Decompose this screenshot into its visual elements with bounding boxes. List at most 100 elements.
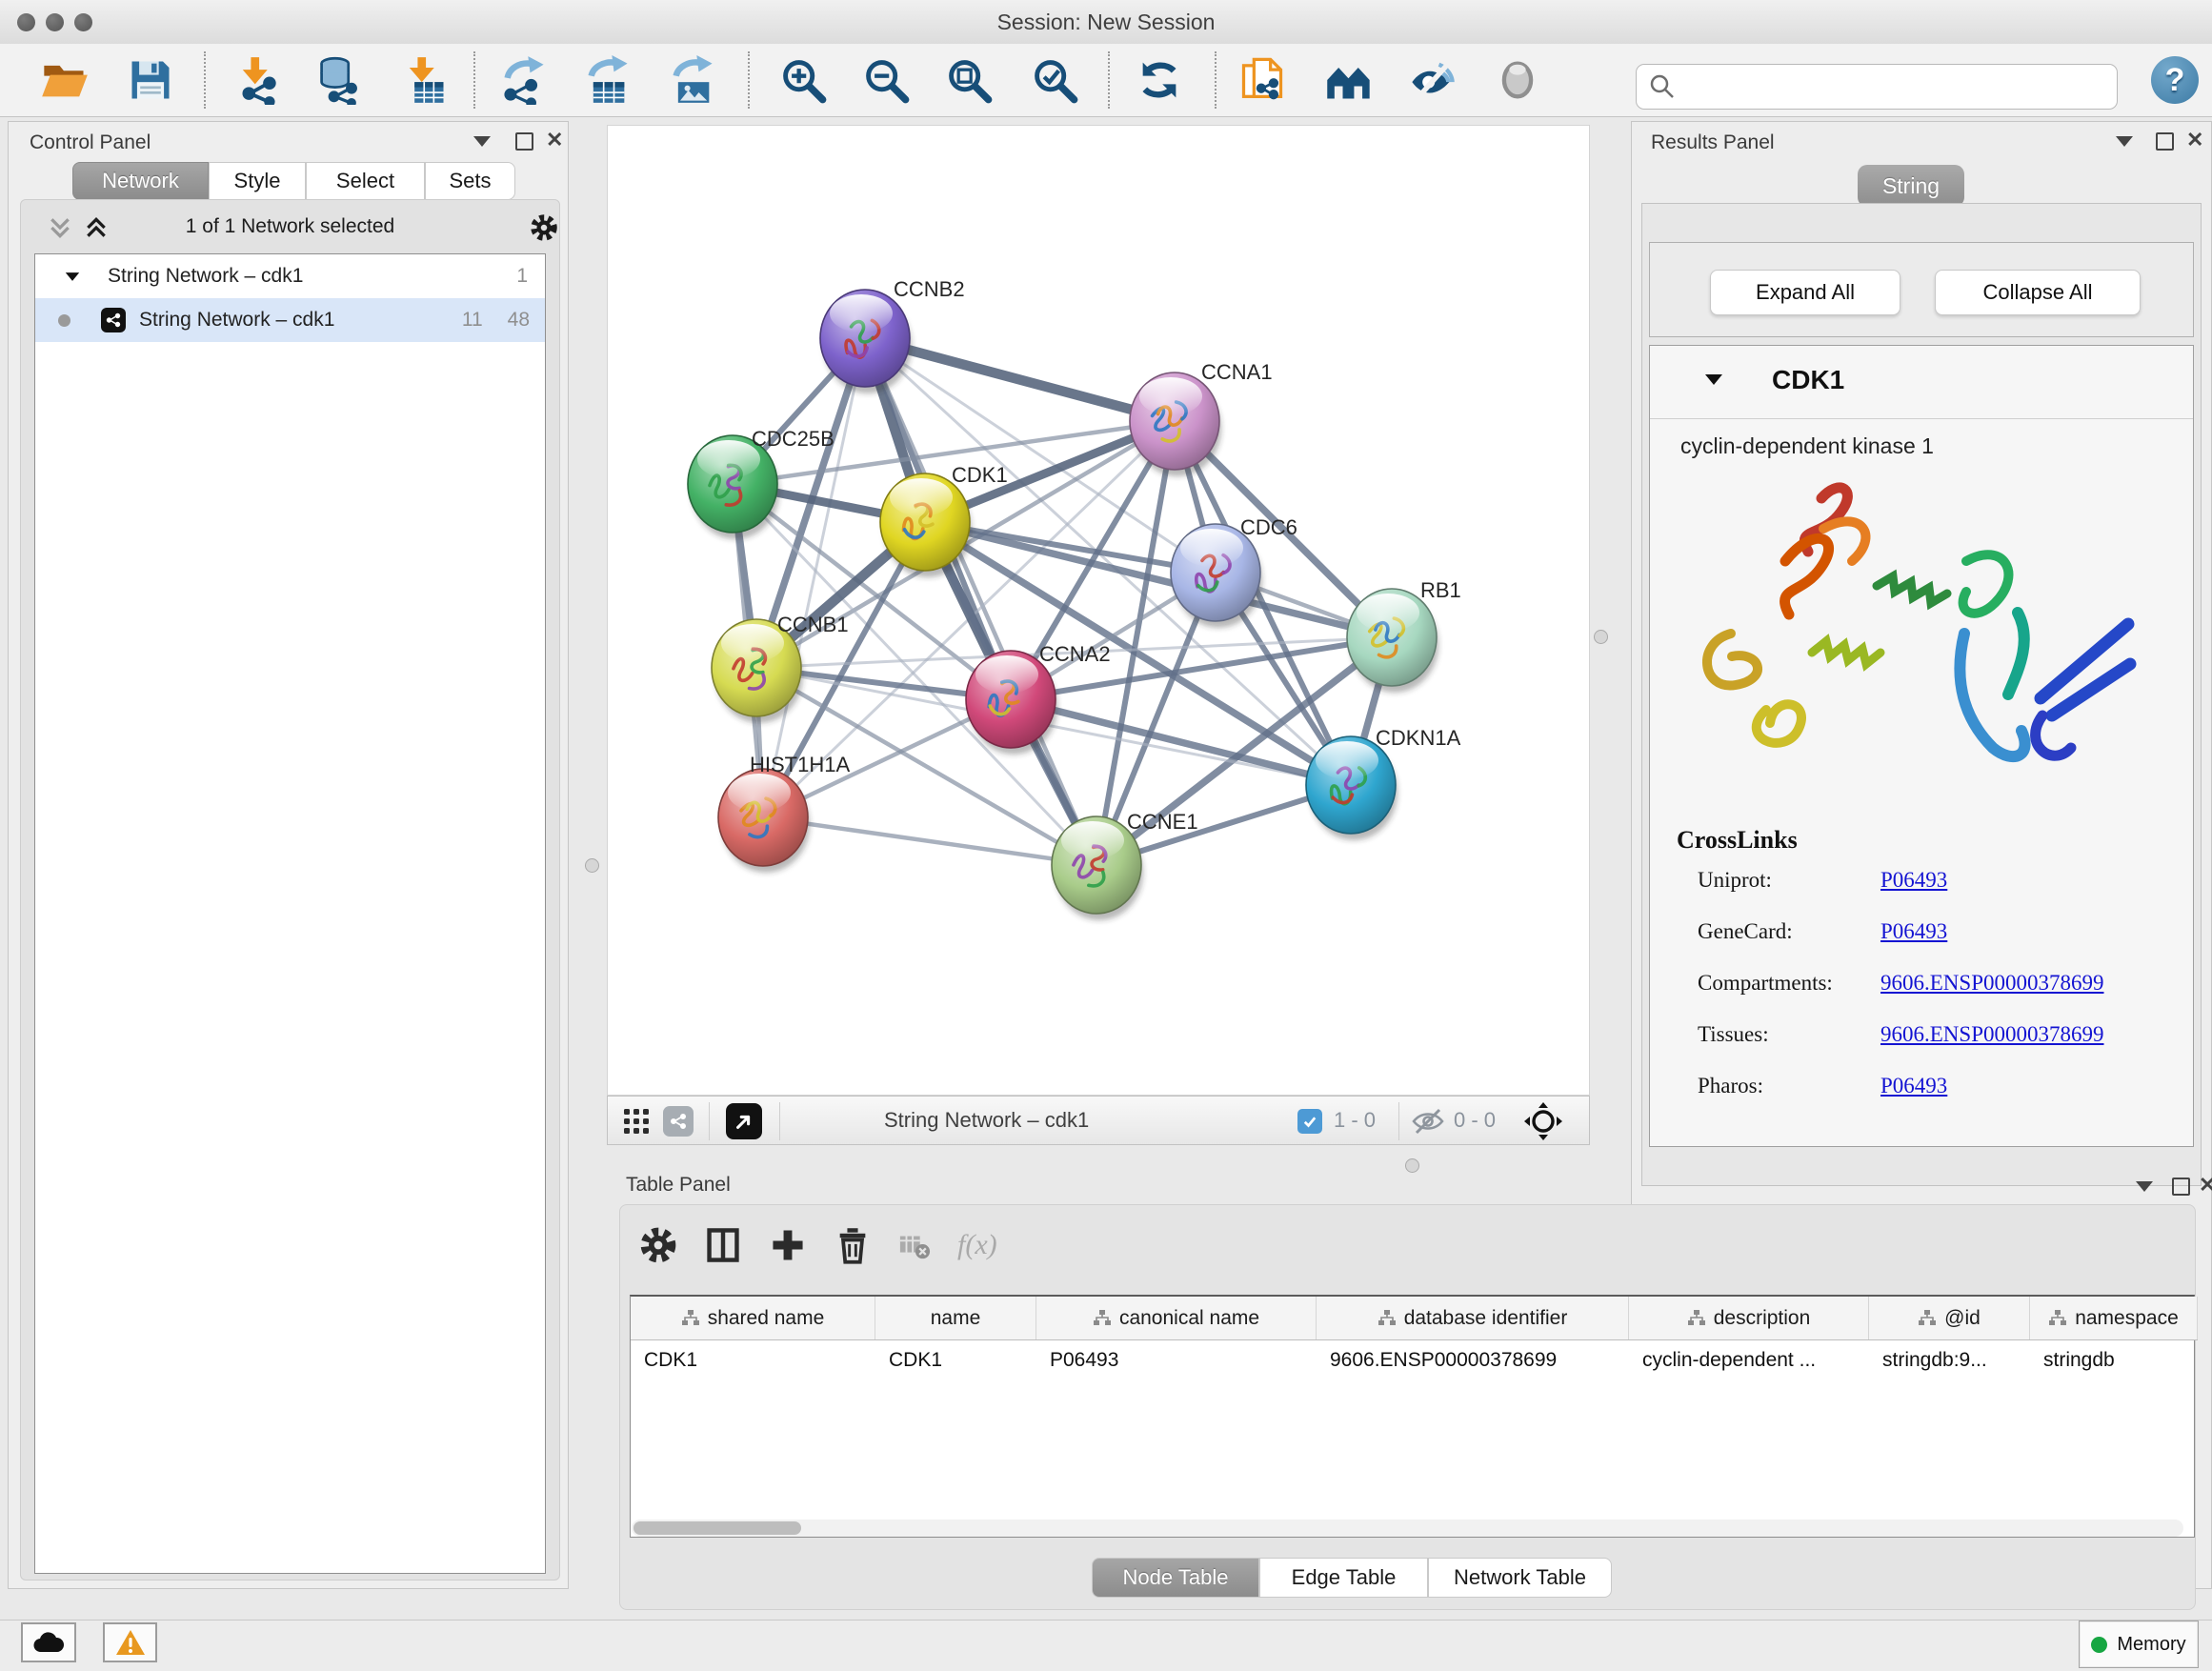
selected-checkbox-icon[interactable]: [1297, 1109, 1322, 1134]
panel-close-icon[interactable]: ✕: [2186, 130, 2203, 151]
open-session-icon[interactable]: [40, 55, 90, 105]
network-canvas[interactable]: CCNB2CCNA1CDC25BCDK1CDC6RB1CCNB1CCNA2CDK…: [607, 125, 1590, 1096]
table-cell[interactable]: CDK1: [875, 1339, 1036, 1381]
network-node-CCNA1[interactable]: [1130, 372, 1221, 476]
table-settings-gear-icon[interactable]: [639, 1226, 677, 1264]
import-table-icon[interactable]: [400, 55, 450, 105]
network-row[interactable]: String Network – cdk1 11 48: [35, 298, 545, 342]
table-cell[interactable]: cyclin-dependent ...: [1629, 1339, 1869, 1381]
panel-menu-icon[interactable]: [2136, 1181, 2153, 1192]
network-edge-CDK1-RB1[interactable]: [925, 522, 1392, 637]
crosslink-link[interactable]: P06493: [1880, 868, 1947, 893]
search-input[interactable]: [1686, 75, 2107, 99]
save-session-icon[interactable]: [126, 55, 175, 105]
panel-float-icon[interactable]: [2156, 132, 2174, 151]
tab-node-table[interactable]: Node Table: [1092, 1558, 1259, 1598]
network-node-CDKN1A[interactable]: [1306, 736, 1398, 840]
panel-menu-icon[interactable]: [2116, 136, 2133, 147]
warning-icon: [115, 1629, 146, 1656]
crosslink-link[interactable]: P06493: [1880, 1074, 1947, 1098]
table-row[interactable]: CDK1CDK1P064939606.ENSP00000378699cyclin…: [631, 1339, 2198, 1381]
warning-status-button[interactable]: [103, 1622, 157, 1662]
zoom-out-icon[interactable]: [861, 55, 911, 105]
network-node-CDK1[interactable]: [880, 473, 972, 577]
network-node-CCNA2[interactable]: [966, 651, 1057, 755]
help-icon[interactable]: ?: [2151, 56, 2199, 104]
tab-string[interactable]: String: [1858, 165, 1964, 207]
panel-float-icon[interactable]: [2172, 1178, 2190, 1196]
hide-graphics-details-icon[interactable]: [1408, 55, 1458, 105]
gear-icon[interactable]: [530, 213, 558, 242]
table-cell[interactable]: stringdb:9...: [1869, 1339, 2030, 1381]
panel-float-icon[interactable]: [515, 132, 533, 151]
column-header-namespace[interactable]: namespace: [2030, 1297, 2198, 1339]
network-node-CDC25B[interactable]: [688, 435, 779, 539]
duplicate-network-icon[interactable]: [1237, 55, 1287, 105]
crosslink-link[interactable]: P06493: [1880, 919, 1947, 944]
eye-icon[interactable]: [1493, 55, 1542, 105]
column-header--id[interactable]: @id: [1869, 1297, 2030, 1339]
export-image-icon[interactable]: [668, 55, 717, 105]
delete-table-icon[interactable]: [898, 1229, 931, 1261]
apply-layout-refresh-icon[interactable]: [1135, 55, 1184, 105]
collapse-all-button[interactable]: Collapse All: [1935, 270, 2141, 315]
bar-separator: [1398, 1102, 1399, 1140]
tab-select[interactable]: Select: [306, 162, 425, 200]
network-node-CCNB2[interactable]: [820, 290, 912, 393]
expand-all-button[interactable]: Expand All: [1710, 270, 1900, 315]
open-in-window-icon[interactable]: [726, 1103, 762, 1139]
column-header-name[interactable]: name: [875, 1297, 1036, 1339]
table-horizontal-scrollbar[interactable]: [632, 1520, 2183, 1537]
network-node-CDC6[interactable]: [1171, 524, 1262, 628]
memory-button[interactable]: Memory: [2079, 1621, 2199, 1668]
table-cell[interactable]: CDK1: [631, 1339, 875, 1381]
birdseye-houses-icon[interactable]: [1324, 55, 1374, 105]
grid-view-icon[interactable]: [623, 1108, 650, 1135]
import-network-database-icon[interactable]: [314, 55, 364, 105]
table-cell[interactable]: P06493: [1036, 1339, 1317, 1381]
cloud-status-button[interactable]: [21, 1622, 76, 1662]
export-network-icon[interactable]: [499, 55, 549, 105]
column-header-shared-name[interactable]: shared name: [631, 1297, 875, 1339]
expander-icon[interactable]: [66, 272, 79, 281]
network-collection-row[interactable]: String Network – cdk1 1: [35, 254, 545, 298]
tab-edge-table[interactable]: Edge Table: [1259, 1558, 1428, 1598]
right-splitter-handle[interactable]: [1594, 630, 1608, 644]
crosslink-link[interactable]: 9606.ENSP00000378699: [1880, 971, 2104, 996]
tab-network[interactable]: Network: [72, 162, 209, 200]
zoom-fit-icon[interactable]: [944, 55, 994, 105]
scrollbar-thumb[interactable]: [633, 1521, 801, 1535]
zoom-selected-icon[interactable]: [1030, 55, 1079, 105]
zoom-in-icon[interactable]: [778, 55, 828, 105]
left-splitter-handle[interactable]: [585, 858, 599, 873]
panel-close-icon[interactable]: ✕: [546, 130, 563, 151]
tab-style[interactable]: Style: [209, 162, 306, 200]
function-builder-icon[interactable]: f(x): [957, 1229, 997, 1261]
table-cell[interactable]: 9606.ENSP00000378699: [1317, 1339, 1629, 1381]
network-edge-CCNB2-HIST1H1A[interactable]: [763, 338, 865, 817]
string-view-icon[interactable]: [663, 1106, 694, 1137]
tab-network-table[interactable]: Network Table: [1428, 1558, 1612, 1598]
tab-sets[interactable]: Sets: [425, 162, 515, 200]
collapse-entry-icon[interactable]: [1705, 374, 1722, 385]
show-columns-icon[interactable]: [704, 1226, 742, 1264]
network-node-HIST1H1A[interactable]: [718, 769, 810, 873]
import-network-file-icon[interactable]: [233, 55, 283, 105]
add-column-plus-icon[interactable]: [769, 1226, 807, 1264]
delete-column-trash-icon[interactable]: [834, 1226, 872, 1264]
table-cell[interactable]: stringdb: [2030, 1339, 2198, 1381]
panel-close-icon[interactable]: ✕: [2199, 1175, 2212, 1196]
crosslink-link[interactable]: 9606.ENSP00000378699: [1880, 1022, 2104, 1047]
network-node-RB1[interactable]: [1347, 589, 1438, 693]
network-graph[interactable]: CCNB2CCNA1CDC25BCDK1CDC6RB1CCNB1CCNA2CDK…: [608, 126, 1589, 1095]
column-header-database-identifier[interactable]: database identifier: [1317, 1297, 1629, 1339]
network-edge-HIST1H1A-CCNE1[interactable]: [763, 817, 1096, 865]
column-header-canonical-name[interactable]: canonical name: [1036, 1297, 1317, 1339]
column-header-description[interactable]: description: [1629, 1297, 1869, 1339]
hidden-eye-slash-icon[interactable]: [1412, 1108, 1444, 1135]
export-table-icon[interactable]: [583, 55, 633, 105]
gene-entry-header[interactable]: CDK1: [1650, 346, 2193, 419]
fit-content-crosshair-icon[interactable]: [1524, 1102, 1562, 1140]
bottom-splitter-handle[interactable]: [1405, 1158, 1419, 1173]
panel-menu-icon[interactable]: [473, 136, 491, 147]
